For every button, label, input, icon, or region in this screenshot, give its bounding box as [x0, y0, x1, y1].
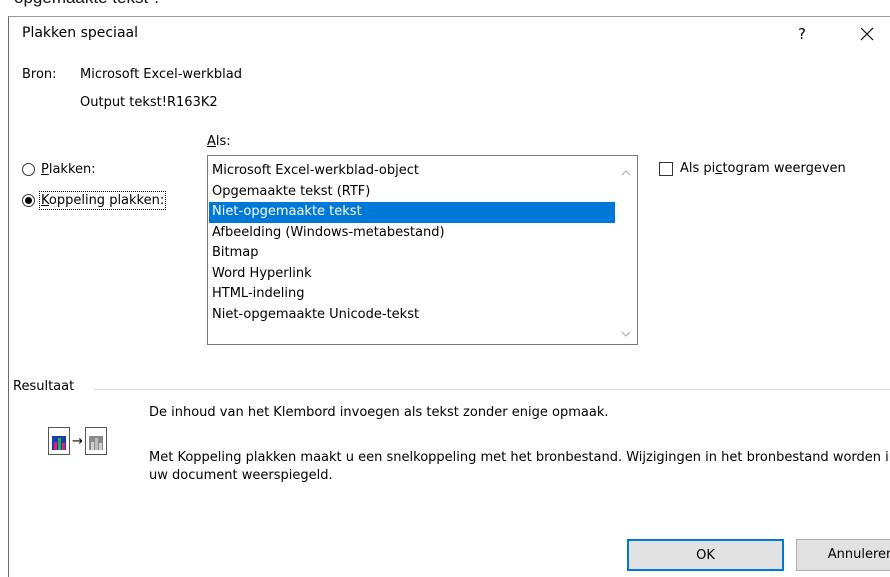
close-button[interactable] [854, 21, 880, 47]
ok-button[interactable]: OK [627, 539, 784, 571]
result-label: Resultaat [13, 379, 75, 394]
list-item[interactable]: Opgemaakte tekst (RTF) [209, 182, 615, 203]
source-reference: Output tekst!R163K2 [80, 95, 218, 110]
result-divider [94, 389, 890, 390]
list-item[interactable]: Word Hyperlink [209, 264, 615, 285]
dialog-title: Plakken speciaal [22, 25, 138, 41]
as-label: Als: [207, 134, 231, 149]
list-item[interactable]: Niet-opgemaakte tekst [209, 202, 615, 223]
radio-paste-link[interactable]: Koppeling plakken: [22, 191, 167, 210]
paste-as-listbox[interactable]: Microsoft Excel-werkblad-object Opgemaak… [207, 155, 638, 345]
radio-paste-link-rest: oppeling plakken: [48, 193, 165, 208]
above-dialog-text: opgemaakte tekst". [14, 0, 159, 8]
list-item[interactable]: Afbeelding (Windows-metabestand) [209, 223, 615, 244]
list-item[interactable]: HTML-indeling [209, 284, 615, 305]
display-as-icon-post: togram weergeven [722, 161, 846, 176]
radio-paste-link-label: Koppeling plakken: [38, 191, 167, 210]
chevron-up-icon [621, 170, 631, 176]
as-label-accel: A [207, 134, 216, 149]
listbox-items: Microsoft Excel-werkblad-object Opgemaak… [209, 161, 615, 325]
cancel-button[interactable]: Annuleren [796, 539, 890, 571]
title-bar: Plakken speciaal ? [9, 17, 890, 51]
list-item[interactable]: Microsoft Excel-werkblad-object [209, 161, 615, 182]
result-link-description: Met Koppeling plakken maakt u een snelko… [149, 450, 890, 483]
help-button[interactable]: ? [789, 21, 815, 47]
chevron-down-icon [621, 331, 631, 337]
list-item[interactable]: Bitmap [209, 243, 615, 264]
display-as-icon-box[interactable] [659, 161, 673, 176]
result-arrow: → [72, 433, 83, 449]
as-label-rest: ls: [215, 134, 231, 149]
display-as-icon-checkbox[interactable]: Als pictogram weergeven [659, 161, 846, 176]
radio-paste-rest: lakken: [48, 162, 96, 177]
result-description: De inhoud van het Klembord invoegen als … [149, 405, 609, 420]
linked-chart-document-icon [84, 427, 107, 455]
radio-paste-circle[interactable] [22, 163, 35, 176]
source-chart-document-icon [48, 427, 70, 455]
radio-paste-link-circle[interactable] [22, 194, 35, 207]
scroll-up-button[interactable] [618, 165, 634, 181]
radio-paste-link-accel: K [41, 193, 49, 208]
paste-special-dialog: Plakken speciaal ? Bron: Microsoft Excel… [8, 16, 890, 577]
radio-paste-label: Plakken: [41, 162, 96, 177]
result-illustration: → [48, 427, 107, 455]
display-as-icon-pre: Als pi [680, 161, 716, 176]
radio-paste[interactable]: Plakken: [22, 162, 96, 177]
radio-paste-accel: P [41, 162, 49, 177]
source-name: Microsoft Excel-werkblad [80, 67, 243, 82]
source-label: Bron: [22, 67, 57, 82]
display-as-icon-label: Als pictogram weergeven [680, 161, 846, 176]
scroll-down-button[interactable] [618, 326, 634, 342]
list-item[interactable]: Niet-opgemaakte Unicode-tekst [209, 305, 615, 326]
close-icon [860, 27, 874, 40]
